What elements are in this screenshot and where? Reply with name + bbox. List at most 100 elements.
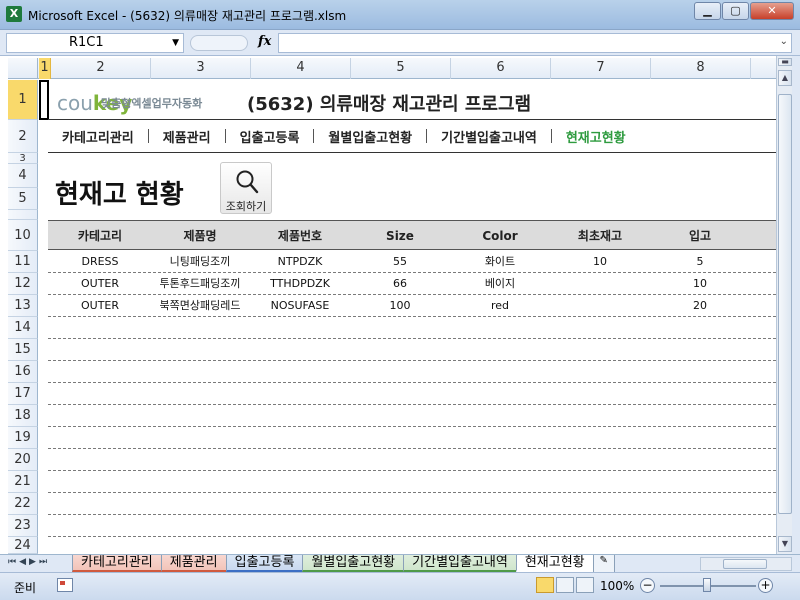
page-layout-view-icon[interactable] — [556, 577, 574, 593]
table-row[interactable]: OUTER 투톤후드패딩조끼 TTHDPDZK 66 베이지 10 — [48, 273, 776, 295]
split-handle-icon[interactable]: ▬ — [778, 58, 792, 66]
menu-item-inout-register[interactable]: 입출고등록 — [226, 127, 314, 146]
cell-initial-stock[interactable] — [550, 273, 650, 295]
table-row[interactable] — [48, 427, 776, 449]
table-row[interactable] — [48, 537, 776, 554]
row-header[interactable]: 2 — [8, 120, 38, 153]
row-header[interactable]: 12 — [8, 273, 38, 295]
normal-view-icon[interactable] — [536, 577, 554, 593]
table-row[interactable] — [48, 361, 776, 383]
table-row[interactable] — [48, 383, 776, 405]
expand-formula-icon[interactable]: ⌄ — [780, 36, 788, 47]
row-header[interactable]: 20 — [8, 449, 38, 471]
column-header[interactable]: 8 — [651, 58, 751, 79]
table-row[interactable] — [48, 493, 776, 515]
excel-icon[interactable]: X — [6, 6, 22, 22]
zoom-in-icon[interactable]: + — [758, 578, 773, 593]
name-box[interactable]: R1C1 ▼ — [6, 33, 184, 53]
cell-product-name[interactable]: 투톤후드패딩조끼 — [150, 273, 250, 295]
table-row[interactable] — [48, 405, 776, 427]
cell-size[interactable]: 66 — [350, 273, 450, 295]
worksheet[interactable]: coukey 맞춤형엑셀업무자동화 (5632) 의류매장 재고관리 프로그램 … — [39, 80, 776, 554]
active-cell[interactable] — [39, 80, 49, 120]
table-row[interactable] — [48, 471, 776, 493]
cell-initial-stock[interactable]: 10 — [550, 251, 650, 273]
cell-color[interactable]: 베이지 — [450, 273, 550, 295]
insert-function-icon[interactable]: fx — [258, 34, 271, 49]
row-header[interactable]: 1 — [8, 80, 38, 120]
zoom-out-icon[interactable]: − — [640, 578, 655, 593]
column-header[interactable]: 5 — [351, 58, 451, 79]
insert-sheet-icon[interactable]: ✎ — [592, 555, 615, 573]
cell-incoming[interactable]: 10 — [650, 273, 750, 295]
tab-product[interactable]: 제품관리 — [160, 555, 227, 572]
menu-item-period-history[interactable]: 기간별입출고내역 — [427, 127, 551, 146]
formula-input[interactable]: ⌄ — [278, 33, 792, 53]
cell-product-code[interactable]: TTHDPDZK — [250, 273, 350, 295]
tab-monthly-status[interactable]: 월별입출고현황 — [302, 555, 405, 572]
table-row[interactable] — [48, 449, 776, 471]
row-header[interactable]: 24 — [8, 537, 38, 554]
cell-incoming[interactable]: 20 — [650, 295, 750, 317]
horizontal-scrollbar[interactable] — [700, 557, 792, 571]
table-row[interactable] — [48, 339, 776, 361]
table-row[interactable]: DRESS 니팅패딩조끼 NTPDZK 55 화이트 10 5 — [48, 251, 776, 273]
row-header[interactable]: 23 — [8, 515, 38, 537]
row-header[interactable]: 4 — [8, 164, 38, 188]
row-header[interactable] — [8, 210, 38, 220]
menu-item-product[interactable]: 제품관리 — [149, 127, 225, 146]
close-button[interactable]: ✕ — [750, 2, 794, 20]
cell-category[interactable]: DRESS — [50, 251, 150, 273]
row-header[interactable]: 17 — [8, 383, 38, 405]
row-header[interactable]: 5 — [8, 188, 38, 210]
row-header[interactable]: 14 — [8, 317, 38, 339]
zoom-slider-thumb[interactable] — [703, 578, 711, 592]
cell-product-code[interactable]: NOSUFASE — [250, 295, 350, 317]
column-header[interactable]: 4 — [251, 58, 351, 79]
column-header[interactable]: 3 — [151, 58, 251, 79]
row-header[interactable]: 10 — [8, 220, 38, 251]
column-header[interactable]: 2 — [51, 58, 151, 79]
cell-size[interactable]: 100 — [350, 295, 450, 317]
cell-category[interactable]: OUTER — [50, 295, 150, 317]
column-header[interactable]: 7 — [551, 58, 651, 79]
macro-record-icon[interactable] — [57, 578, 73, 592]
minimize-button[interactable]: ▁ — [694, 2, 721, 20]
menu-item-current-stock[interactable]: 현재고현황 — [552, 127, 640, 146]
vertical-scrollbar[interactable]: ▬ ▲ ▼ — [776, 56, 792, 554]
row-header[interactable]: 3 — [8, 153, 38, 164]
tab-current-stock[interactable]: 현재고현황 — [515, 555, 594, 572]
scroll-up-icon[interactable]: ▲ — [778, 70, 792, 86]
row-header[interactable]: 15 — [8, 339, 38, 361]
cell-product-code[interactable]: NTPDZK — [250, 251, 350, 273]
cell-color[interactable]: red — [450, 295, 550, 317]
column-header[interactable]: 6 — [451, 58, 551, 79]
row-header[interactable]: 21 — [8, 471, 38, 493]
row-header[interactable]: 18 — [8, 405, 38, 427]
cell-initial-stock[interactable] — [550, 295, 650, 317]
menu-item-monthly-status[interactable]: 월별입출고현황 — [314, 127, 426, 146]
chevron-down-icon[interactable]: ▼ — [172, 34, 179, 52]
scroll-down-icon[interactable]: ▼ — [778, 536, 792, 552]
cell-product-name[interactable]: 북쪽면상패딩레드 — [150, 295, 250, 317]
row-header[interactable]: 22 — [8, 493, 38, 515]
maximize-button[interactable]: ▢ — [722, 2, 749, 20]
tab-category[interactable]: 카테고리관리 — [72, 555, 162, 572]
row-header[interactable]: 13 — [8, 295, 38, 317]
tab-navigation-icons[interactable]: ⏮◀▶⏭ — [8, 557, 50, 567]
row-header[interactable]: 11 — [8, 251, 38, 273]
cell-size[interactable]: 55 — [350, 251, 450, 273]
table-row[interactable]: OUTER 북쪽면상패딩레드 NOSUFASE 100 red 20 — [48, 295, 776, 317]
tab-inout-register[interactable]: 입출고등록 — [225, 555, 304, 572]
row-header[interactable]: 16 — [8, 361, 38, 383]
table-row[interactable] — [48, 515, 776, 537]
menu-item-category[interactable]: 카테고리관리 — [48, 127, 148, 146]
cell-category[interactable]: OUTER — [50, 273, 150, 295]
table-row[interactable] — [48, 317, 776, 339]
horizontal-scroll-thumb[interactable] — [723, 559, 767, 569]
cell-product-name[interactable]: 니팅패딩조끼 — [150, 251, 250, 273]
cell-incoming[interactable]: 5 — [650, 251, 750, 273]
column-header[interactable]: 1 — [39, 58, 51, 79]
page-break-view-icon[interactable] — [576, 577, 594, 593]
zoom-level[interactable]: 100% — [600, 579, 634, 593]
